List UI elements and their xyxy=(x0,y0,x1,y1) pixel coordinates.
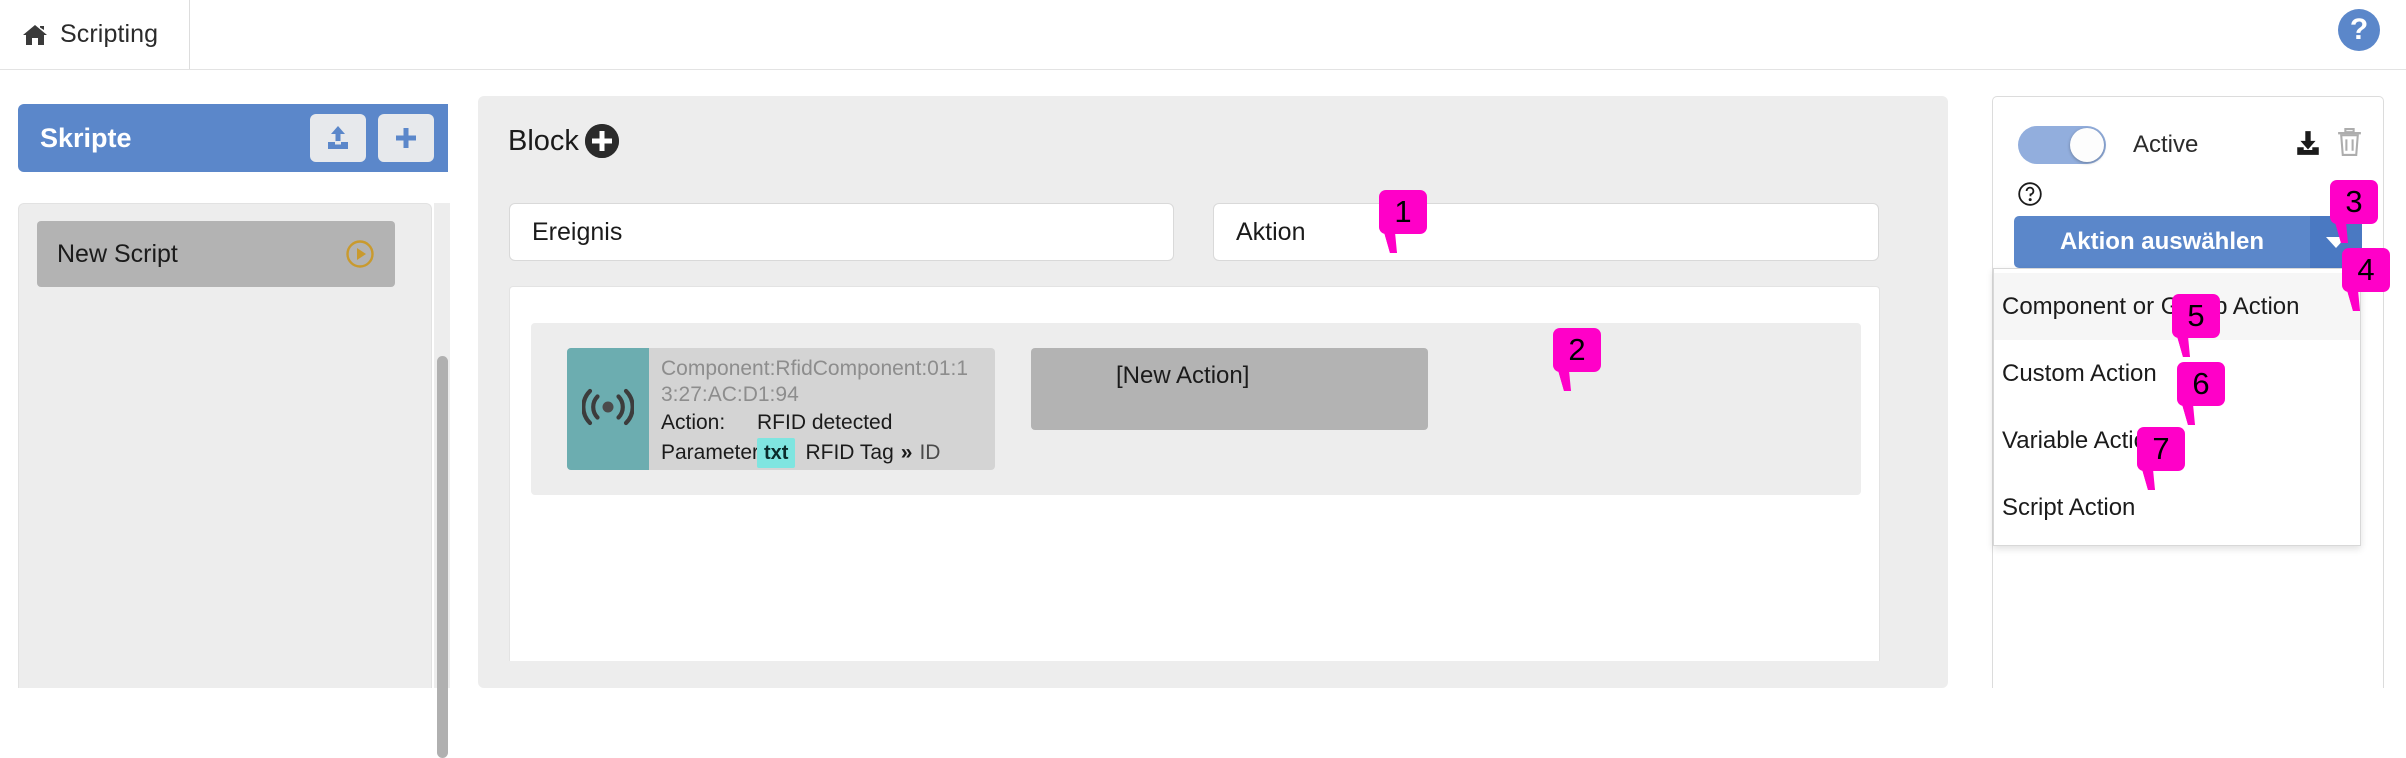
upload-script-button[interactable] xyxy=(310,114,366,162)
question-mark-icon: ? xyxy=(2349,13,2369,46)
block-header: Block xyxy=(508,124,619,158)
scripts-sidebar: Skripte New Script xyxy=(0,70,450,758)
parameter-arrow-icon: » xyxy=(900,441,913,464)
parameter-target: ID xyxy=(919,441,941,464)
menu-item-script-action[interactable]: Script Action xyxy=(1994,474,2360,541)
trash-icon[interactable] xyxy=(2336,128,2363,162)
event-action-value: RFID detected xyxy=(757,411,893,434)
parameter-name: RFID Tag xyxy=(805,441,894,464)
menu-item-label: Custom Action xyxy=(2002,359,2157,387)
action-field-label: Aktion xyxy=(1236,217,1306,246)
play-circle-icon[interactable] xyxy=(345,239,375,269)
block-title: Block xyxy=(508,124,579,157)
menu-item-label: Variable Action xyxy=(2002,426,2161,454)
active-toggle-label: Active xyxy=(2133,131,2199,158)
parameter-type-badge: txt xyxy=(757,438,796,468)
add-block-button[interactable] xyxy=(584,124,619,158)
breadcrumb-label: Scripting xyxy=(60,20,159,48)
event-card-icon-area xyxy=(567,348,649,470)
menu-item-custom-action[interactable]: Custom Action xyxy=(1994,340,2360,407)
select-action-label: Aktion auswählen xyxy=(2014,216,2310,268)
active-toggle[interactable] xyxy=(2018,126,2106,164)
home-icon xyxy=(22,23,48,47)
plus-icon xyxy=(393,125,419,151)
event-field[interactable]: Ereignis xyxy=(509,203,1174,261)
toggle-knob xyxy=(2070,128,2104,162)
properties-toolbar: Active xyxy=(2018,123,2363,167)
event-parameters-key: Parameters: xyxy=(661,441,776,464)
block-row: Component:RfidComponent:01:13:27:AC:D1:9… xyxy=(531,323,1861,495)
menu-item-variable-action[interactable]: Variable Action xyxy=(1994,407,2360,474)
breadcrumb[interactable]: Scripting xyxy=(0,0,190,69)
menu-item-label: Script Action xyxy=(2002,493,2136,521)
select-action-button[interactable]: Aktion auswählen xyxy=(2014,216,2362,268)
properties-panel: Active Aktion auswählen Component or Gro… xyxy=(1992,96,2384,688)
event-card-body: Component:RfidComponent:01:13:27:AC:D1:9… xyxy=(649,348,995,470)
download-icon[interactable] xyxy=(2294,129,2322,162)
event-action-key: Action: xyxy=(661,411,726,434)
event-action-line: Action: RFID detected xyxy=(661,410,985,436)
select-action-dropdown-toggle[interactable] xyxy=(2310,216,2362,268)
plus-circle-icon xyxy=(584,124,619,158)
help-button[interactable]: ? xyxy=(2338,9,2380,51)
block-body: Component:RfidComponent:01:13:27:AC:D1:9… xyxy=(509,286,1880,661)
event-component-id: Component:RfidComponent:01:13:27:AC:D1:9… xyxy=(661,357,969,406)
script-name: New Script xyxy=(57,239,178,268)
list-item[interactable]: New Script xyxy=(37,221,395,287)
add-script-button[interactable] xyxy=(378,114,434,162)
scripts-panel-header: Skripte xyxy=(18,104,448,172)
top-bar: Scripting ? xyxy=(0,0,2406,70)
event-field-label: Ereignis xyxy=(532,217,623,246)
sidebar-scrollbar-thumb[interactable] xyxy=(437,356,448,758)
new-action-label: [New Action] xyxy=(1116,362,1250,389)
event-card[interactable]: Component:RfidComponent:01:13:27:AC:D1:9… xyxy=(567,348,995,470)
event-parameters-line: Parameters: txt RFID Tag » ID xyxy=(661,438,985,468)
chevron-down-icon xyxy=(2326,236,2346,248)
rfid-signal-icon xyxy=(581,383,635,436)
block-canvas: Block Ereignis Aktion Component:RfidComp… xyxy=(478,96,1948,688)
scripts-panel-title: Skripte xyxy=(40,122,132,153)
upload-icon xyxy=(325,125,351,151)
new-action-slot[interactable]: [New Action] xyxy=(1031,348,1428,430)
panel-help-icon[interactable] xyxy=(2018,182,2042,206)
action-field[interactable]: Aktion xyxy=(1213,203,1879,261)
menu-item-label: Component or Group Action xyxy=(2002,292,2300,320)
menu-item-component-or-group-action[interactable]: Component or Group Action xyxy=(1994,273,2360,340)
action-type-menu: Component or Group Action Custom Action … xyxy=(1993,268,2361,546)
script-list: New Script xyxy=(18,203,432,688)
